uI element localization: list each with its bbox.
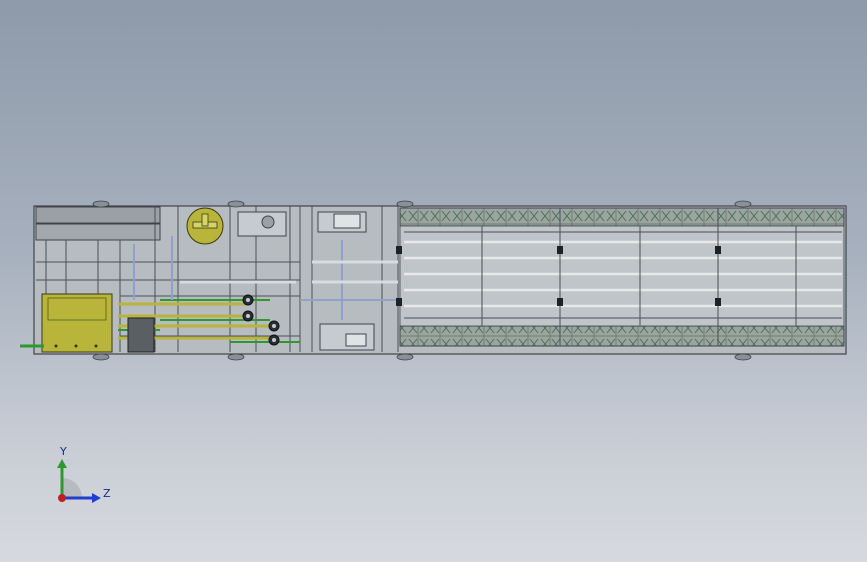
triad-background-icon xyxy=(62,478,82,498)
z-axis-label: Z xyxy=(103,487,111,500)
y-axis-label: Y xyxy=(59,445,67,458)
conveyor[interactable] xyxy=(396,207,845,347)
round-tank[interactable] xyxy=(186,207,224,245)
cad-viewport[interactable]: Y Z xyxy=(0,0,867,562)
axis-triad: Y Z xyxy=(57,445,111,503)
top-panel-a xyxy=(35,206,161,224)
machine-model[interactable] xyxy=(20,200,847,361)
top-panel-b xyxy=(35,223,161,241)
motor-block xyxy=(127,317,155,353)
origin-icon xyxy=(58,494,66,502)
electrical-box[interactable] xyxy=(41,293,113,353)
